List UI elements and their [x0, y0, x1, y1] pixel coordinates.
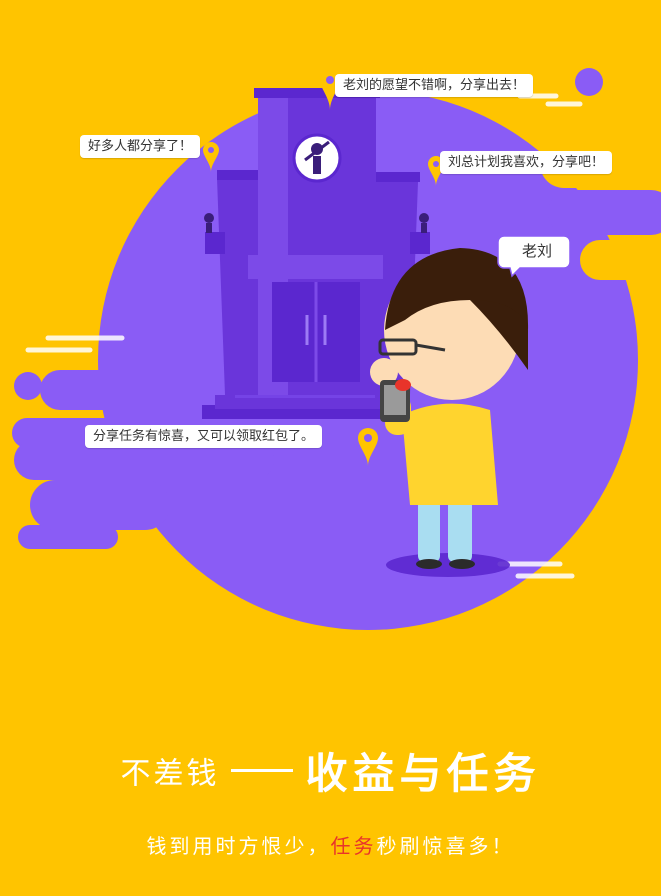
- tagline-part2: 秒刷惊喜多！: [376, 834, 515, 858]
- poster: 老刘的愿望不错啊，分享出去！ 好多人都分享了！ 刘总计划我喜欢，分享吧！ 分享任…: [0, 0, 661, 896]
- tagline-highlight: 任务: [330, 834, 377, 858]
- name-tag-label: 老刘: [521, 242, 552, 260]
- tagline: 钱到用时方恨少，任务秒刷惊喜多！: [0, 830, 661, 859]
- tagline-part1: 钱到用时方恨少，: [146, 834, 331, 858]
- speech-bubble-left: 好多人都分享了！: [80, 135, 201, 158]
- speech-bubble-right: 刘总计划我喜欢，分享吧！: [440, 151, 613, 174]
- headline-prefix: 不差钱: [120, 756, 220, 792]
- speech-bubble-bottom: 分享任务有惊喜，又可以领取红包了。: [85, 425, 323, 448]
- headline-dash: [231, 769, 294, 772]
- speech-bubble-top: 老刘的愿望不错啊，分享出去！: [335, 74, 534, 97]
- headline-title: 收益与任务: [305, 749, 541, 798]
- illustration: [12, 68, 661, 630]
- headline: 不差钱 收益与任务: [0, 740, 661, 810]
